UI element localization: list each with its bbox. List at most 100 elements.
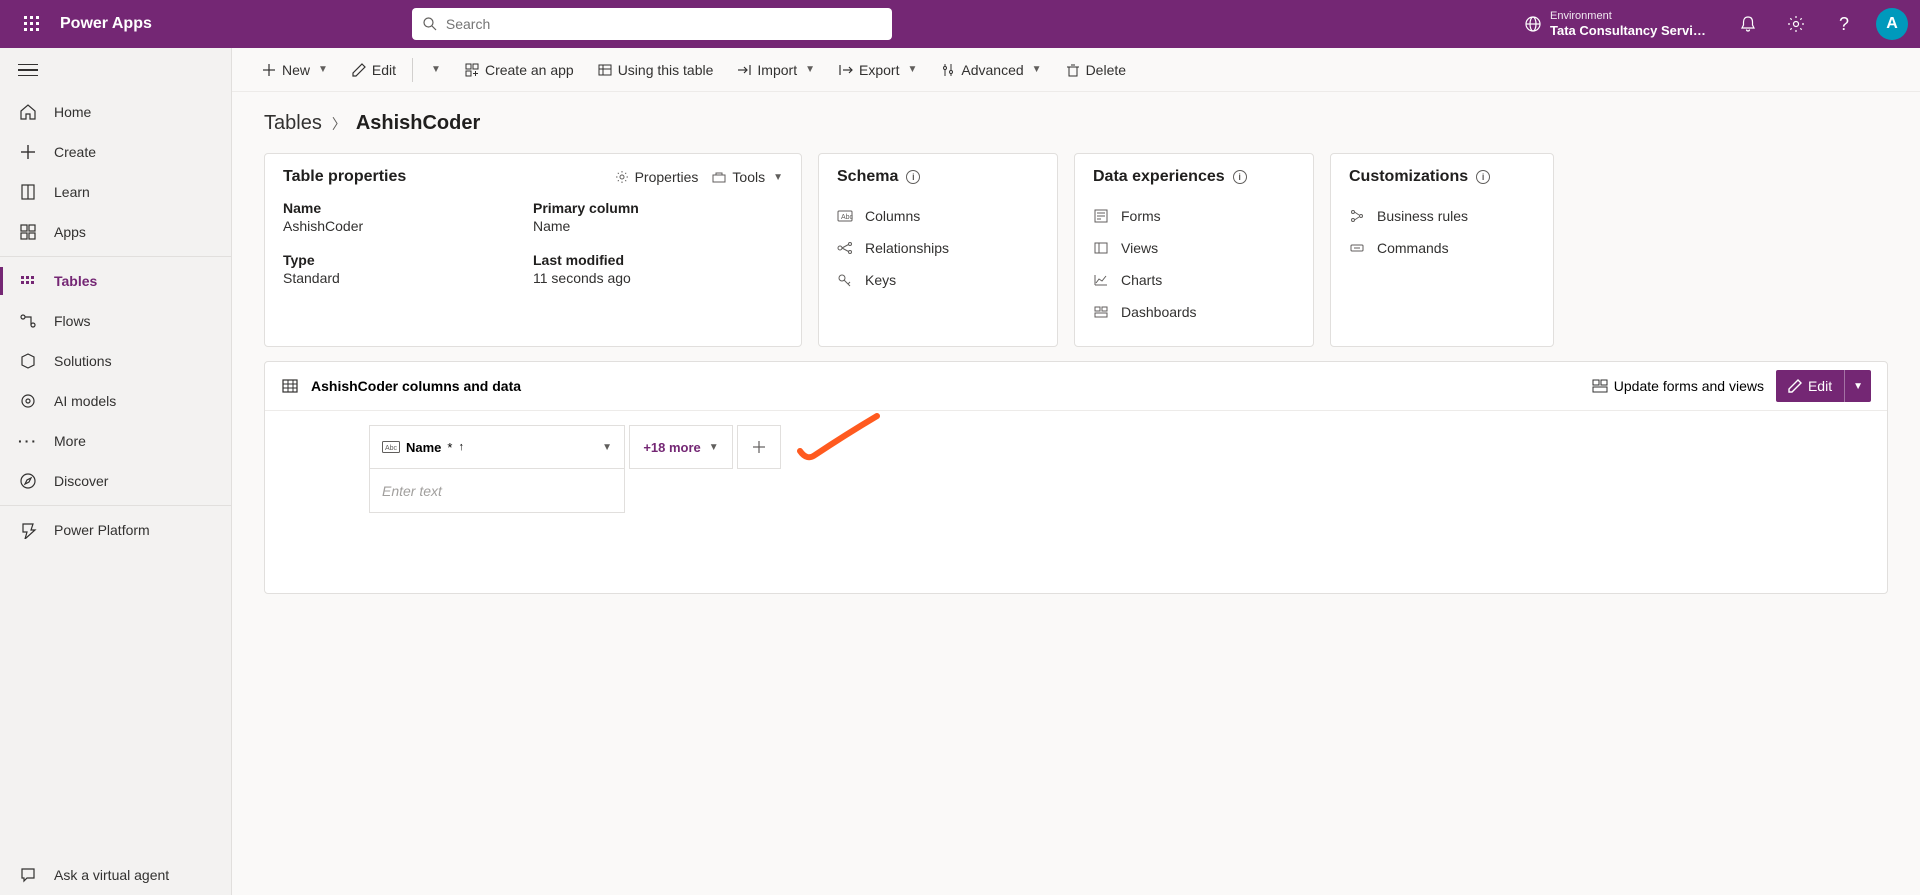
search-input[interactable] [446, 16, 882, 32]
ai-icon [19, 392, 37, 410]
column-header-name[interactable]: Abc Name * ↑ ▼ [369, 425, 625, 469]
chart-icon [1093, 273, 1109, 287]
required-indicator: * [447, 440, 452, 455]
search-box[interactable] [412, 8, 892, 40]
breadcrumb: Tables 〉 AshishCoder [264, 112, 1888, 135]
breadcrumb-tables[interactable]: Tables [264, 112, 322, 135]
book-icon [19, 183, 37, 201]
nav-label: Power Platform [54, 522, 150, 538]
nav-apps[interactable]: Apps [0, 212, 231, 252]
chevron-down-icon: ▼ [602, 442, 612, 453]
edit-dropdown[interactable]: ▼ [1845, 370, 1871, 402]
nav-ai-models[interactable]: AI models [0, 381, 231, 421]
globe-icon [1524, 15, 1542, 33]
search-icon [422, 16, 438, 32]
waffle-menu[interactable] [8, 0, 56, 48]
nav-flows[interactable]: Flows [0, 301, 231, 341]
nav-home[interactable]: Home [0, 92, 231, 132]
nav-label: Home [54, 104, 91, 120]
chevron-down-icon: ▼ [431, 64, 441, 75]
info-icon[interactable]: i [1476, 170, 1490, 184]
layout-icon [1592, 379, 1608, 393]
prop-primary-label: Primary column [533, 200, 783, 216]
cmd-export[interactable]: Export ▼ [829, 56, 927, 84]
schema-columns[interactable]: Abc Columns [837, 200, 1039, 232]
properties-link[interactable]: Properties [615, 169, 699, 185]
info-icon[interactable]: i [1233, 170, 1247, 184]
chevron-down-icon: ▼ [318, 64, 328, 75]
breadcrumb-current: AshishCoder [356, 112, 480, 135]
relation-icon [837, 241, 853, 255]
solutions-icon [19, 352, 37, 370]
chat-icon [19, 866, 37, 884]
nav-ask-agent[interactable]: Ask a virtual agent [0, 855, 231, 895]
more-columns-button[interactable]: +18 more ▼ [629, 425, 733, 469]
environment-picker[interactable]: Environment Tata Consultancy Servic... [1512, 10, 1722, 39]
prop-name-label: Name [283, 200, 533, 216]
key-icon [837, 273, 853, 287]
info-icon[interactable]: i [906, 170, 920, 184]
data-input-cell[interactable]: Enter text [369, 469, 625, 513]
nav-tables[interactable]: Tables [0, 261, 231, 301]
import-icon [737, 63, 751, 77]
data-experiences-card: Data experiences i Forms Views C [1074, 153, 1314, 347]
schema-keys[interactable]: Keys [837, 264, 1039, 296]
edit-button[interactable]: Edit [1776, 370, 1845, 402]
cmd-create-app[interactable]: Create an app [455, 56, 584, 84]
cmd-edit-dropdown[interactable]: ▼ [419, 58, 451, 81]
form-icon [1093, 209, 1109, 223]
notifications-button[interactable] [1726, 0, 1770, 48]
commands-icon [1349, 241, 1365, 255]
cmd-delete[interactable]: Delete [1056, 56, 1136, 84]
data-exp-dashboards[interactable]: Dashboards [1093, 296, 1295, 328]
prop-type-label: Type [283, 252, 533, 268]
help-button[interactable]: ? [1822, 0, 1866, 48]
plus-icon [19, 143, 37, 161]
nav-label: Ask a virtual agent [54, 867, 169, 883]
cmd-using-table[interactable]: Using this table [588, 56, 724, 84]
gear-icon [1787, 15, 1805, 33]
app-icon [465, 63, 479, 77]
app-title[interactable]: Power Apps [60, 15, 152, 33]
chevron-down-icon: ▼ [773, 172, 783, 183]
nav-label: Solutions [54, 353, 112, 369]
data-exp-charts[interactable]: Charts [1093, 264, 1295, 296]
trash-icon [1066, 63, 1080, 77]
nav-power-platform[interactable]: Power Platform [0, 510, 231, 550]
add-column-button[interactable] [737, 425, 781, 469]
help-icon: ? [1839, 14, 1849, 35]
rules-icon [1349, 209, 1365, 223]
nav-solutions[interactable]: Solutions [0, 341, 231, 381]
view-icon [1093, 241, 1109, 255]
data-exp-views[interactable]: Views [1093, 232, 1295, 264]
customizations-card: Customizations i Business rules Commands [1330, 153, 1554, 347]
tools-link[interactable]: Tools ▼ [712, 169, 783, 185]
nav-label: Learn [54, 184, 90, 200]
toolbox-icon [712, 170, 726, 184]
custom-business-rules[interactable]: Business rules [1349, 200, 1535, 232]
user-avatar[interactable]: A [1876, 8, 1908, 40]
environment-name: Tata Consultancy Servic... [1550, 23, 1710, 39]
cmd-import[interactable]: Import ▼ [727, 56, 825, 84]
nav-label: Discover [54, 473, 108, 489]
nav-learn[interactable]: Learn [0, 172, 231, 212]
nav-collapse-button[interactable] [18, 60, 38, 81]
left-nav: Home Create Learn Apps Tables Flows Solu… [0, 48, 232, 895]
dashboard-icon [1093, 305, 1109, 319]
columns-data-section: AshishCoder columns and data Update form… [264, 361, 1888, 594]
schema-relationships[interactable]: Relationships [837, 232, 1039, 264]
edit-button-group: Edit ▼ [1776, 370, 1871, 402]
nav-discover[interactable]: Discover [0, 461, 231, 501]
settings-button[interactable] [1774, 0, 1818, 48]
bell-icon [1739, 15, 1757, 33]
tables-icon [19, 272, 37, 290]
nav-create[interactable]: Create [0, 132, 231, 172]
update-forms-views[interactable]: Update forms and views [1592, 378, 1764, 394]
data-exp-forms[interactable]: Forms [1093, 200, 1295, 232]
cmd-advanced[interactable]: Advanced ▼ [931, 56, 1051, 84]
nav-more[interactable]: ··· More [0, 421, 231, 461]
chevron-down-icon: ▼ [1853, 381, 1863, 392]
cmd-edit[interactable]: Edit [342, 56, 406, 84]
custom-commands[interactable]: Commands [1349, 232, 1535, 264]
cmd-new[interactable]: New ▼ [252, 56, 338, 84]
